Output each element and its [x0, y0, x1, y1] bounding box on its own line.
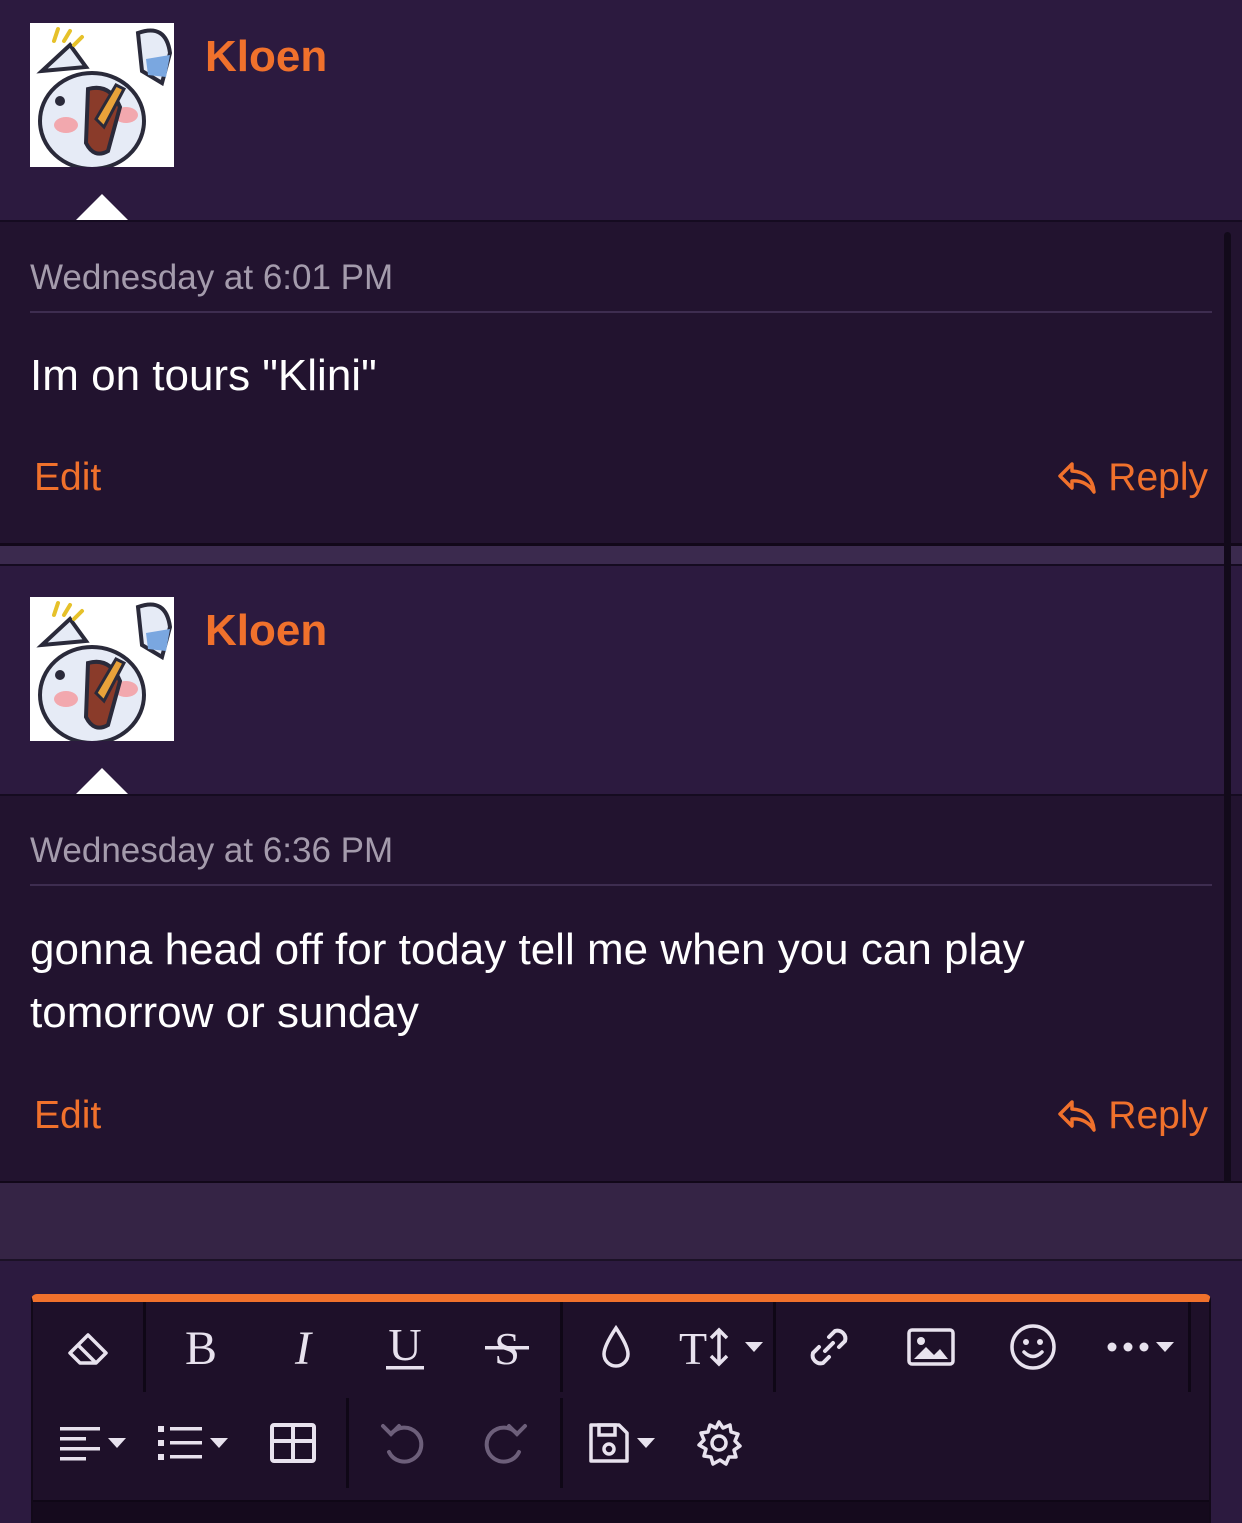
post-body: Wednesday at 6:36 PM gonna head off for … [0, 794, 1242, 1184]
toolbar-separator [560, 1302, 563, 1392]
redo-button[interactable] [467, 1398, 542, 1488]
more-icon [1107, 1342, 1149, 1352]
post-pointer-arrow [74, 194, 130, 222]
italic-button[interactable]: I [265, 1302, 340, 1392]
editor-text-area[interactable] [33, 1500, 1209, 1523]
post-timestamp[interactable]: Wednesday at 6:36 PM [30, 831, 393, 871]
post-divider [30, 884, 1212, 886]
post-separator [0, 546, 1242, 566]
username[interactable]: Kloen [205, 606, 327, 656]
chevron-down-icon [745, 1342, 763, 1352]
post-message: gonna head off for today tell me when yo… [30, 925, 1025, 1037]
image-icon [906, 1328, 955, 1366]
chevron-down-icon [1156, 1342, 1174, 1352]
text-color-icon [601, 1324, 630, 1368]
undo-icon [380, 1424, 423, 1464]
italic-icon: I [294, 1324, 313, 1370]
save-draft-button[interactable] [578, 1398, 663, 1488]
svg-text:U: U [388, 1322, 421, 1370]
align-button[interactable] [51, 1398, 133, 1488]
post-header: Kloen [0, 0, 1242, 222]
svg-text:B: B [184, 1324, 216, 1370]
toolbar-separator [560, 1398, 563, 1488]
svg-text:T: T [679, 1324, 707, 1370]
edit-button[interactable]: Edit [34, 1094, 101, 1138]
editor-toolbar-row-2 [33, 1398, 1209, 1488]
post-pointer-arrow [74, 768, 130, 796]
font-size-icon: T [679, 1324, 729, 1370]
insert-link-button[interactable] [791, 1302, 866, 1392]
avatar[interactable] [30, 597, 174, 741]
message-post: Kloen Wednesday at 6:36 PM gonna head of… [0, 568, 1242, 1184]
svg-text:I: I [294, 1324, 313, 1370]
strikethrough-icon: S [484, 1324, 529, 1370]
reply-button[interactable]: Reply [1056, 1094, 1208, 1138]
underline-icon: U [385, 1322, 424, 1370]
reply-label: Reply [1108, 456, 1208, 499]
bold-button[interactable]: B [163, 1302, 238, 1392]
toolbar-separator [1188, 1302, 1191, 1392]
link-icon [810, 1328, 847, 1366]
message-post: Kloen Wednesday at 6:01 PM Im on tours "… [0, 0, 1242, 546]
reply-icon [1058, 462, 1097, 494]
toolbar-separator [773, 1302, 776, 1392]
scrollbar[interactable] [1224, 232, 1231, 1218]
toolbar-separator [346, 1398, 349, 1488]
redo-icon [484, 1424, 527, 1464]
chevron-down-icon [636, 1438, 655, 1448]
insert-table-button[interactable] [255, 1398, 330, 1488]
undo-button[interactable] [365, 1398, 440, 1488]
chevron-down-icon [108, 1438, 126, 1448]
align-icon [60, 1427, 100, 1461]
post-header: Kloen [0, 568, 1242, 796]
strikethrough-button[interactable]: S [469, 1302, 544, 1392]
font-size-button[interactable]: T [673, 1302, 769, 1392]
insert-image-button[interactable] [893, 1302, 968, 1392]
toolbar-separator [143, 1302, 146, 1392]
chevron-down-icon [210, 1438, 228, 1448]
reply-label: Reply [1108, 1094, 1208, 1137]
save-draft-icon [588, 1423, 629, 1463]
clear-formatting-button[interactable] [53, 1302, 123, 1392]
settings-icon [696, 1420, 742, 1466]
rich-text-editor: B I U S T [31, 1294, 1211, 1523]
post-body: Wednesday at 6:01 PM Im on tours "Klini"… [0, 220, 1242, 546]
post-divider [30, 311, 1212, 313]
list-icon [158, 1426, 202, 1460]
post-timestamp[interactable]: Wednesday at 6:01 PM [30, 258, 393, 298]
avatar[interactable] [30, 23, 174, 167]
list-button[interactable] [151, 1398, 233, 1488]
reply-composer: B I U S T [0, 1183, 1242, 1523]
bold-icon: B [184, 1324, 216, 1370]
eraser-icon [68, 1333, 108, 1365]
insert-emoji-button[interactable] [995, 1302, 1070, 1392]
reply-button[interactable]: Reply [1056, 456, 1208, 500]
reply-icon [1058, 1100, 1097, 1132]
more-options-button[interactable] [1095, 1302, 1185, 1392]
username[interactable]: Kloen [205, 32, 327, 82]
editor-settings-button[interactable] [681, 1398, 756, 1488]
text-color-button[interactable] [578, 1302, 653, 1392]
edit-button[interactable]: Edit [34, 456, 101, 500]
table-icon [269, 1423, 316, 1463]
post-message: Im on tours "Klini" [30, 351, 377, 400]
emoji-icon [1009, 1324, 1056, 1370]
composer-spacer [0, 1183, 1242, 1261]
underline-button[interactable]: U [367, 1302, 442, 1392]
editor-toolbar-row-1: B I U S T [33, 1302, 1209, 1392]
